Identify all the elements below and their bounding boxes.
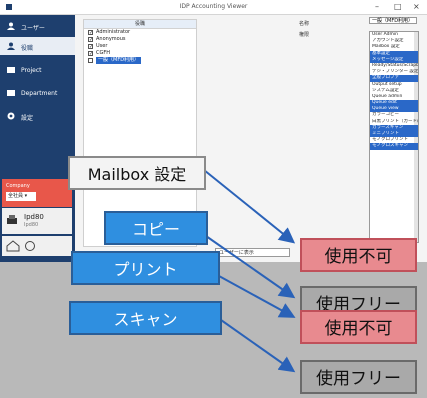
status-badge-unavailable: 使用不可	[300, 310, 417, 344]
arrow-line	[220, 319, 296, 373]
arrow-line	[203, 169, 296, 244]
callout-copy: コピー	[104, 211, 208, 245]
status-badge-free: 使用フリー	[300, 360, 417, 394]
callout-scan: スキャン	[69, 301, 222, 335]
callout-mailbox: Mailbox 設定	[68, 156, 206, 190]
status-badge-unavailable: 使用不可	[300, 238, 417, 272]
arrow-line	[218, 275, 296, 318]
callout-print: プリント	[71, 251, 220, 285]
